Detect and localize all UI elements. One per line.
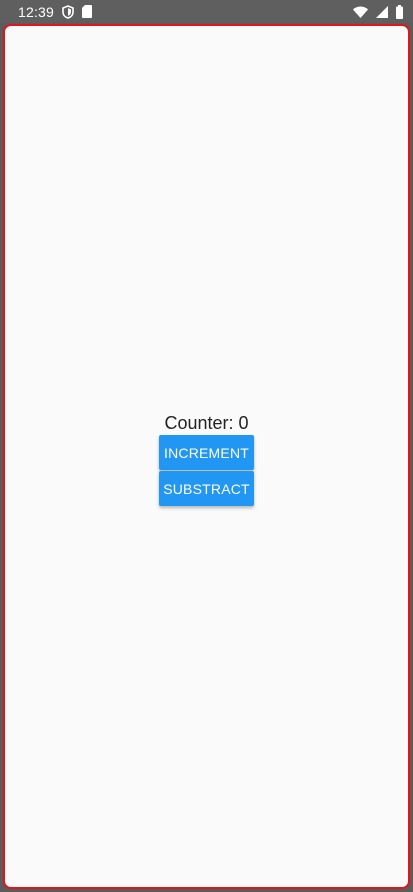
sd-card-icon bbox=[82, 5, 93, 18]
subtract-button[interactable]: SUBSTRACT bbox=[159, 471, 254, 506]
increment-button[interactable]: INCREMENT bbox=[159, 435, 254, 470]
battery-icon bbox=[396, 4, 403, 19]
signal-icon bbox=[376, 5, 388, 18]
counter-panel: Counter: 0 INCREMENT SUBSTRACT bbox=[5, 412, 408, 506]
status-left: 12:39 bbox=[18, 3, 93, 20]
status-right bbox=[353, 4, 403, 19]
status-bar: 12:39 bbox=[0, 0, 413, 23]
counter-label: Counter: 0 bbox=[164, 413, 249, 433]
shield-icon bbox=[62, 4, 74, 19]
status-time: 12:39 bbox=[18, 3, 55, 20]
app-screen: Counter: 0 INCREMENT SUBSTRACT bbox=[3, 24, 410, 889]
wifi-icon bbox=[353, 6, 368, 18]
